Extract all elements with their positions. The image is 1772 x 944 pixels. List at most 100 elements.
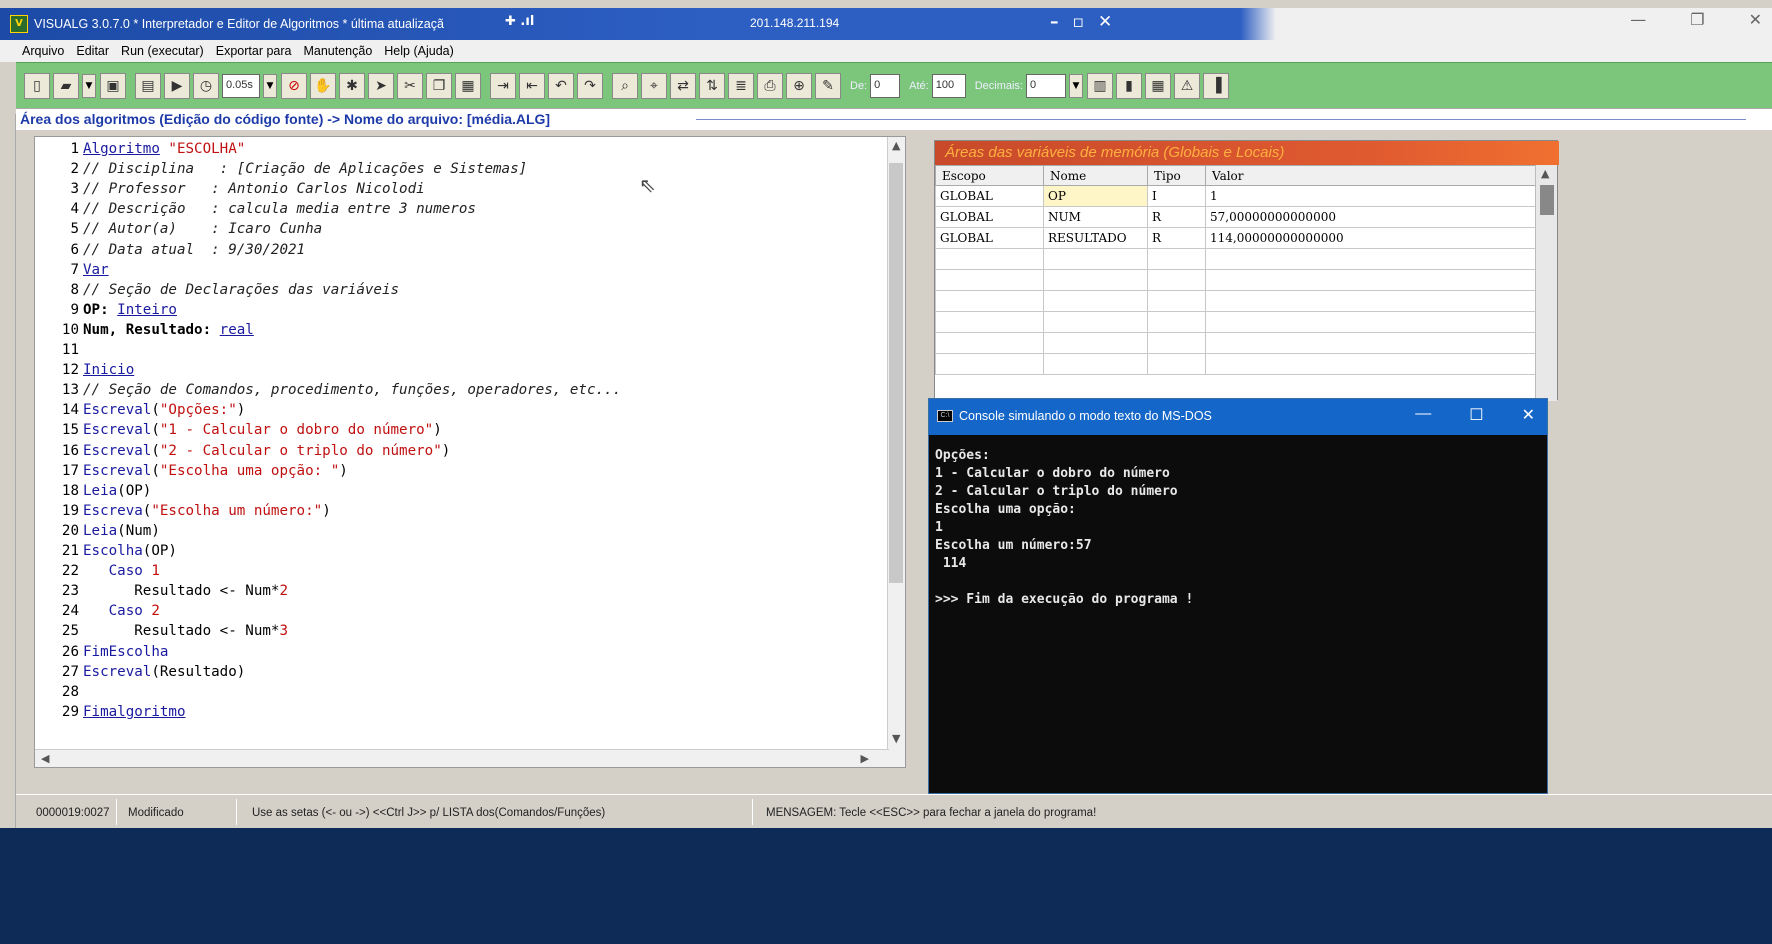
sort-icon[interactable]: ⇅ <box>699 73 725 99</box>
variables-scroll-thumb[interactable] <box>1540 185 1554 215</box>
decimais-dropdown-icon[interactable]: ▼ <box>1069 74 1083 98</box>
editor-horizontal-scrollbar[interactable]: ◀ ▶ <box>35 749 889 767</box>
list-icon[interactable]: ≣ <box>728 73 754 99</box>
restore-icon[interactable]: ❐ <box>1690 10 1704 29</box>
code-line[interactable]: 27 Escreval(Resultado) <box>35 662 245 682</box>
timer-icon[interactable]: ◷ <box>193 73 219 99</box>
col-escopo[interactable]: Escopo <box>935 165 1044 186</box>
stop-icon[interactable]: ⊘ <box>281 73 307 99</box>
table-row[interactable]: GLOBAL OP I 1 <box>935 185 1537 207</box>
copy-icon[interactable]: ❐ <box>426 73 452 99</box>
code-line[interactable]: 22 Caso 1 <box>35 561 160 581</box>
open-file-icon[interactable]: ▰ <box>53 73 79 99</box>
step-icon[interactable]: ▶ <box>164 73 190 99</box>
tools-icon[interactable]: ✎ <box>815 73 841 99</box>
table-icon[interactable]: ▮ <box>1116 73 1142 99</box>
code-line[interactable]: 4// Descrição : calcula media entre 3 nu… <box>35 199 475 219</box>
code-line[interactable]: 2// Disciplina : [Criação de Aplicações … <box>35 159 527 179</box>
code-line[interactable]: 15 Escreval("1 - Calcular o dobro do núme… <box>35 420 442 440</box>
open-dropdown-icon[interactable]: ▼ <box>82 74 96 98</box>
col-valor[interactable]: Valor <box>1205 165 1537 186</box>
warning-icon[interactable]: ⚠ <box>1174 73 1200 99</box>
speed-dropdown-icon[interactable]: ▼ <box>263 74 277 98</box>
exit-door-icon[interactable]: ▐ <box>1203 73 1229 99</box>
grid-icon[interactable]: ▦ <box>1145 73 1171 99</box>
console-minimize-icon[interactable]: — <box>1415 405 1431 425</box>
code-line[interactable]: 23 Resultado <- Num*2 <box>35 581 288 601</box>
ate-field[interactable]: 100 <box>931 74 966 98</box>
print-preview-icon[interactable]: ▤ <box>135 73 161 99</box>
code-line[interactable]: 26 FimEscolha <box>35 642 169 662</box>
window-controls[interactable]: — ❐ ✕ <box>1630 10 1762 29</box>
scroll-right-icon[interactable]: ▶ <box>861 752 869 765</box>
calculator-icon[interactable]: ▥ <box>1087 73 1113 99</box>
code-line[interactable]: 12 Inicio <box>35 360 134 380</box>
redo-icon[interactable]: ↷ <box>577 73 603 99</box>
code-line[interactable]: 17 Escreval("Escolha uma opção: ") <box>35 461 348 481</box>
code-line[interactable]: 20 Leia(Num) <box>35 521 160 541</box>
code-line[interactable]: 24 Caso 2 <box>35 601 160 621</box>
code-line[interactable]: 25 Resultado <- Num*3 <box>35 621 288 641</box>
menu-help[interactable]: Help (Ajuda) <box>384 44 453 58</box>
code-line[interactable]: 14 Escreval("Opções:") <box>35 400 245 420</box>
run-to-cursor-icon[interactable]: ➤ <box>368 73 394 99</box>
menu-editar[interactable]: Editar <box>76 44 109 58</box>
table-row[interactable]: GLOBAL NUM R 57,00000000000000 <box>935 206 1537 228</box>
console-window-controls[interactable]: — ☐ ✕ <box>1415 405 1535 425</box>
menu-exportar[interactable]: Exportar para <box>216 44 292 58</box>
remote-close-icon[interactable]: ✕ <box>1098 12 1126 32</box>
remote-session-controls[interactable]: –▫✕ <box>1050 12 1126 32</box>
vars-scroll-up-icon[interactable]: ▲ <box>1541 167 1549 180</box>
de-field[interactable]: 0 <box>870 74 901 98</box>
col-tipo[interactable]: Tipo <box>1147 165 1206 186</box>
code-line[interactable]: 3// Professor : Antonio Carlos Nicolodi <box>35 179 424 199</box>
unindent-icon[interactable]: ⇤ <box>519 73 545 99</box>
col-nome[interactable]: Nome <box>1043 165 1148 186</box>
code-line[interactable]: 8// Seção de Declarações das variáveis <box>35 280 399 300</box>
cut-icon[interactable]: ✂ <box>397 73 423 99</box>
variables-scrollbar[interactable]: ▲ <box>1535 165 1557 401</box>
menu-arquivo[interactable]: Arquivo <box>22 44 64 58</box>
code-line[interactable]: 10 Num, Resultado: real <box>35 320 254 340</box>
code-line[interactable]: 1 Algoritmo "ESCOLHA" <box>35 139 245 159</box>
save-icon[interactable]: ▣ <box>100 73 126 99</box>
code-editor[interactable]: 1 Algoritmo "ESCOLHA" 2// Disciplina : [Cr… <box>34 136 906 768</box>
paste-icon[interactable]: ▦ <box>455 73 481 99</box>
code-line[interactable]: 5// Autor(a) : Icaro Cunha <box>35 219 322 239</box>
code-line[interactable]: 16 Escreval("2 - Calcular o triplo do núm… <box>35 441 450 461</box>
printer-icon[interactable]: ⎙ <box>757 73 783 99</box>
scroll-left-icon[interactable]: ◀ <box>41 752 49 765</box>
breakpoint-icon[interactable]: ✱ <box>339 73 365 99</box>
menu-run[interactable]: Run (executar) <box>121 44 204 58</box>
code-line[interactable]: 21 Escolha(OP) <box>35 541 177 561</box>
code-line[interactable]: 13// Seção de Comandos, procedimento, fu… <box>35 380 621 400</box>
scroll-up-icon[interactable]: ▲ <box>892 139 900 152</box>
code-line[interactable]: 29 Fimalgoritmo <box>35 702 186 722</box>
editor-vertical-scrollbar[interactable]: ▲ ▼ <box>887 137 905 767</box>
undo-icon[interactable]: ↶ <box>548 73 574 99</box>
console-close-icon[interactable]: ✕ <box>1522 405 1535 425</box>
code-line[interactable]: 11 <box>35 340 83 360</box>
remote-minimize-icon[interactable]: – <box>1050 12 1073 32</box>
find-icon[interactable]: ⌕ <box>612 73 638 99</box>
remote-restore-icon[interactable]: ▫ <box>1073 12 1099 32</box>
code-line[interactable]: 6// Data atual : 9/30/2021 <box>35 240 305 260</box>
speed-field[interactable]: 0.05s <box>222 74 260 98</box>
table-row[interactable]: GLOBAL RESULTADO R 114,00000000000000 <box>935 227 1537 249</box>
find-next-icon[interactable]: ⌖ <box>641 73 667 99</box>
scroll-down-icon[interactable]: ▼ <box>892 732 900 745</box>
new-file-icon[interactable]: ▯ <box>24 73 50 99</box>
hand-icon[interactable]: ✋ <box>310 73 336 99</box>
code-line[interactable]: 7 Var <box>35 260 108 280</box>
console-maximize-icon[interactable]: ☐ <box>1469 405 1483 425</box>
decimais-field[interactable]: 0 <box>1026 74 1066 98</box>
minimize-icon[interactable]: — <box>1630 10 1646 29</box>
code-line[interactable]: 9 OP: Inteiro <box>35 300 177 320</box>
indent-icon[interactable]: ⇥ <box>490 73 516 99</box>
code-line[interactable]: 19 Escreva("Escolha um número:") <box>35 501 331 521</box>
zoom-icon[interactable]: ⊕ <box>786 73 812 99</box>
editor-scroll-thumb[interactable] <box>889 163 903 583</box>
menu-manutencao[interactable]: Manutenção <box>303 44 372 58</box>
close-icon[interactable]: ✕ <box>1749 10 1762 29</box>
code-line[interactable]: 18 Leia(OP) <box>35 481 151 501</box>
